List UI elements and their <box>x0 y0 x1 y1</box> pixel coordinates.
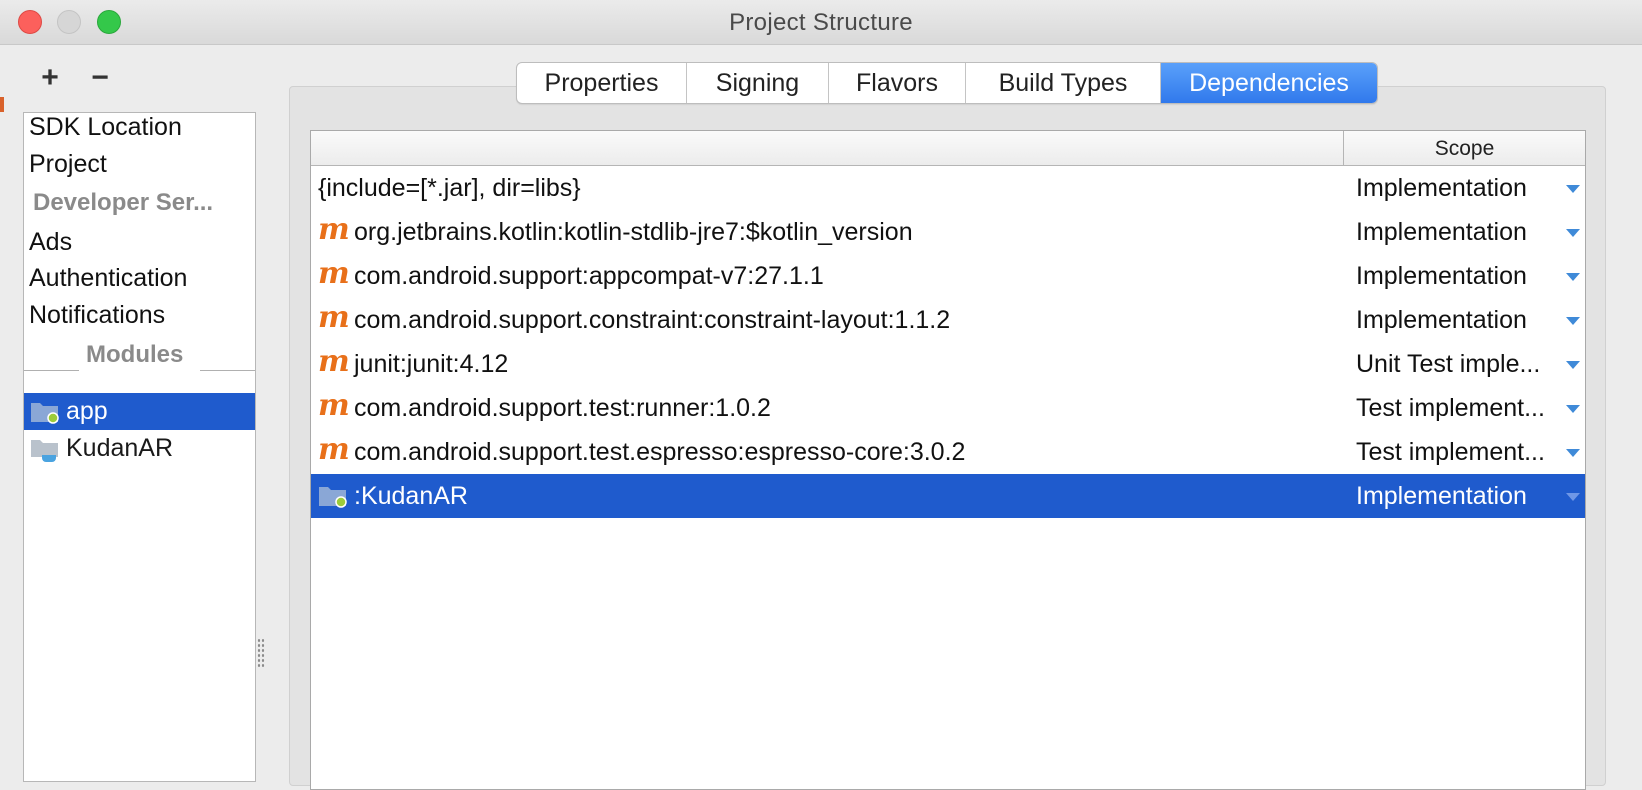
scope-value[interactable]: Unit Test imple... <box>1356 350 1566 379</box>
maven-icon: m <box>318 212 350 247</box>
sidebar-item-module-kudanar[interactable]: KudanAR <box>24 430 255 467</box>
modules-divider-left <box>24 370 79 371</box>
maven-icon: m <box>318 256 350 291</box>
dependency-name: com.android.support:appcompat-v7:27.1.1 <box>354 262 824 290</box>
scope-value[interactable]: Implementation <box>1356 174 1566 203</box>
scope-dropdown-arrow-icon[interactable] <box>1566 493 1580 501</box>
scope-value[interactable]: Implementation <box>1356 306 1566 335</box>
maven-icon: m <box>318 432 350 467</box>
maven-icon: m <box>318 344 350 379</box>
scope-dropdown-arrow-icon[interactable] <box>1566 185 1580 193</box>
developer-services-header: Developer Ser... <box>33 189 214 216</box>
table-header: Scope <box>311 131 1585 166</box>
dependency-name: junit:junit:4.12 <box>354 350 509 378</box>
modules-header: Modules <box>86 341 184 368</box>
tab-signing[interactable]: Signing <box>687 63 829 103</box>
sidebar-item-authentication[interactable]: Authentication <box>29 264 187 293</box>
sidebar-item-ads[interactable]: Ads <box>29 228 72 257</box>
scope-value[interactable]: Test implement... <box>1356 438 1566 467</box>
maven-icon: m <box>318 388 350 423</box>
module-tabs: Properties Signing Flavors Build Types D… <box>516 62 1378 104</box>
dependency-name: org.jetbrains.kotlin:kotlin-stdlib-jre7:… <box>354 218 913 246</box>
remove-button[interactable]: − <box>84 62 116 94</box>
table-row[interactable]: {include=[*.jar], dir=libs} Implementati… <box>311 166 1585 210</box>
sidebar-splitter-handle[interactable] <box>257 638 265 668</box>
scope-value[interactable]: Implementation <box>1356 482 1566 511</box>
module-label: app <box>66 397 108 425</box>
scope-value[interactable]: Test implement... <box>1356 394 1566 423</box>
sidebar: SDK Location Project Developer Ser... Ad… <box>23 112 256 782</box>
tab-properties[interactable]: Properties <box>517 63 687 103</box>
scope-dropdown-arrow-icon[interactable] <box>1566 317 1580 325</box>
dependency-name: {include=[*.jar], dir=libs} <box>318 174 581 202</box>
scope-value[interactable]: Implementation <box>1356 218 1566 247</box>
table-row[interactable]: m com.android.support.test.espresso:espr… <box>311 430 1585 474</box>
dependency-name: com.android.support.constraint:constrain… <box>354 306 951 334</box>
sidebar-item-project[interactable]: Project <box>29 150 107 179</box>
module-folder-icon <box>30 400 60 429</box>
table-row[interactable]: m com.android.support:appcompat-v7:27.1.… <box>311 254 1585 298</box>
library-module-folder-icon <box>30 437 60 468</box>
background-window-edge <box>0 97 4 112</box>
scope-column-header[interactable]: Scope <box>1344 137 1585 161</box>
tab-dependencies[interactable]: Dependencies <box>1161 63 1377 103</box>
modules-divider-right <box>200 370 255 371</box>
window-title: Project Structure <box>729 9 913 36</box>
table-row[interactable]: m junit:junit:4.12 Unit Test imple... <box>311 342 1585 386</box>
sidebar-item-sdk-location[interactable]: SDK Location <box>29 113 182 142</box>
sidebar-item-notifications[interactable]: Notifications <box>29 301 165 330</box>
scope-dropdown-arrow-icon[interactable] <box>1566 361 1580 369</box>
table-row[interactable]: m com.android.support.test:runner:1.0.2 … <box>311 386 1585 430</box>
scope-dropdown-arrow-icon[interactable] <box>1566 449 1580 457</box>
tab-build-types[interactable]: Build Types <box>966 63 1161 103</box>
dependency-name: :KudanAR <box>354 482 468 510</box>
scope-dropdown-arrow-icon[interactable] <box>1566 405 1580 413</box>
table-row[interactable]: m com.android.support.constraint:constra… <box>311 298 1585 342</box>
dependencies-table: Scope {include=[*.jar], dir=libs} Implem… <box>310 130 1586 790</box>
dependency-name: com.android.support.test.espresso:espres… <box>354 438 966 466</box>
scope-dropdown-arrow-icon[interactable] <box>1566 229 1580 237</box>
tab-flavors[interactable]: Flavors <box>829 63 966 103</box>
add-button[interactable]: + <box>34 62 66 94</box>
scope-dropdown-arrow-icon[interactable] <box>1566 273 1580 281</box>
table-row-selected[interactable]: :KudanAR Implementation <box>311 474 1585 518</box>
sidebar-item-module-app[interactable]: app <box>24 393 255 430</box>
module-label: KudanAR <box>66 434 174 462</box>
scope-value[interactable]: Implementation <box>1356 262 1566 291</box>
title-bar: Project Structure <box>0 0 1642 45</box>
table-row[interactable]: m org.jetbrains.kotlin:kotlin-stdlib-jre… <box>311 210 1585 254</box>
maven-icon: m <box>318 300 350 335</box>
module-folder-icon <box>318 484 348 513</box>
dependency-name: com.android.support.test:runner:1.0.2 <box>354 394 771 422</box>
